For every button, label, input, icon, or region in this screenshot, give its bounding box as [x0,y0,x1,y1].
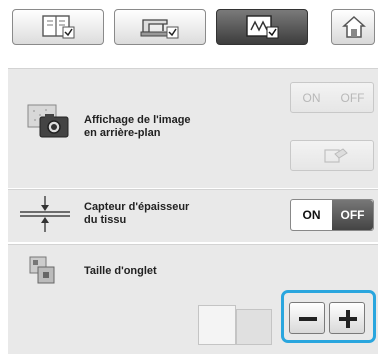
fabric-sensor-label: Capteur d'épaisseur du tissu [84,201,190,226]
background-image-edit-button[interactable] [290,140,374,171]
tab-size-plus-button[interactable] [329,302,365,334]
home-icon [342,15,366,38]
tab-general-settings[interactable] [12,9,104,45]
tab-size-preview-large [198,305,236,345]
home-button[interactable] [331,9,375,45]
tab-size-label: Taille d'onglet [84,265,157,277]
background-image-toggle[interactable]: ON OFF [290,82,374,113]
embroidery-frame-settings-icon [246,15,279,39]
tab-size-preview-small [236,309,272,345]
eraser-icon [324,148,348,163]
background-image-setting: Affichage de l'image en arrière-plan ON … [8,68,378,188]
background-image-on[interactable]: ON [291,83,332,112]
tab-embroidery-settings[interactable] [216,9,308,45]
settings-tab-bar [0,0,382,54]
fabric-sensor-off[interactable]: OFF [332,200,373,230]
fabric-sensor-on[interactable]: ON [291,200,332,230]
tab-sewing-settings[interactable] [114,9,206,45]
sewing-machine-settings-icon [140,19,179,39]
background-image-label: Affichage de l'image en arrière-plan [84,114,191,139]
fabric-sensor-setting: Capteur d'épaisseur du tissu ON OFF [8,189,378,242]
minus-icon [299,317,317,321]
book-settings-icon [42,15,75,39]
fabric-thickness-icon [20,196,70,232]
fabric-sensor-toggle[interactable]: ON OFF [290,199,374,231]
tab-size-minus-button[interactable] [289,302,325,334]
plus-icon [339,310,357,328]
camera-image-icon [27,104,69,138]
background-image-off[interactable]: OFF [332,83,373,112]
tab-size-icon [29,256,55,284]
